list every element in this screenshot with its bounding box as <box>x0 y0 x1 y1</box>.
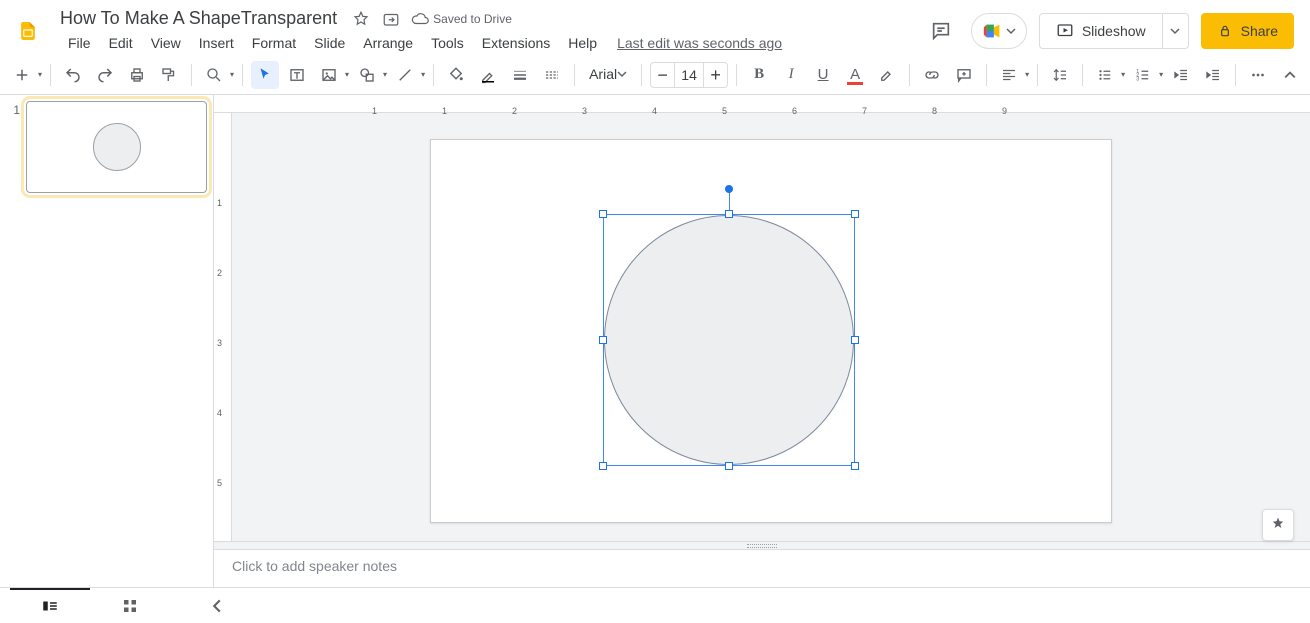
align-dropdown[interactable]: ▾ <box>1025 70 1029 79</box>
undo-button[interactable] <box>59 61 87 89</box>
zoom-button[interactable] <box>200 61 228 89</box>
handle-bottom-left[interactable] <box>599 462 607 470</box>
handle-bottom-right[interactable] <box>851 462 859 470</box>
bold-button[interactable]: B <box>745 61 773 89</box>
image-dropdown[interactable]: ▾ <box>345 70 349 79</box>
outdent-button[interactable] <box>1167 61 1195 89</box>
new-slide-dropdown[interactable]: ▾ <box>38 70 42 79</box>
handle-bottom-middle[interactable] <box>725 462 733 470</box>
menu-arrange[interactable]: Arrange <box>355 31 421 55</box>
border-dash-button[interactable] <box>538 61 566 89</box>
speaker-notes[interactable]: Click to add speaker notes <box>214 549 1310 587</box>
slideshow-label: Slideshow <box>1082 23 1146 39</box>
align-button[interactable] <box>995 61 1023 89</box>
slideshow-dropdown[interactable] <box>1163 13 1189 49</box>
redo-button[interactable] <box>91 61 119 89</box>
fill-color-button[interactable] <box>442 61 470 89</box>
hide-menus-button[interactable] <box>1280 61 1308 89</box>
rotate-handle[interactable] <box>725 185 733 193</box>
highlight-button[interactable] <box>873 61 901 89</box>
select-tool[interactable] <box>251 61 279 89</box>
menu-help[interactable]: Help <box>560 31 605 55</box>
menu-insert[interactable]: Insert <box>191 31 242 55</box>
document-title[interactable]: How To Make A ShapeTransparent <box>56 6 341 31</box>
thumbnail-shape <box>93 123 141 171</box>
last-edit-link[interactable]: Last edit was seconds ago <box>617 35 782 51</box>
footer <box>0 587 1310 623</box>
selection-box[interactable] <box>603 214 855 466</box>
grid-view-tab[interactable] <box>90 588 170 623</box>
comment-add-button[interactable] <box>950 61 978 89</box>
handle-top-left[interactable] <box>599 210 607 218</box>
star-icon[interactable] <box>351 9 371 29</box>
more-button[interactable] <box>1244 61 1272 89</box>
font-family-select[interactable]: Arial <box>583 61 633 89</box>
menu-file[interactable]: File <box>60 31 99 55</box>
zoom-dropdown[interactable]: ▾ <box>230 70 234 79</box>
explore-button[interactable] <box>1262 509 1294 541</box>
slide-thumbnail[interactable] <box>26 101 207 193</box>
font-size-input[interactable] <box>674 62 704 88</box>
shape-dropdown[interactable]: ▾ <box>383 70 387 79</box>
number-list-dropdown[interactable]: ▾ <box>1159 70 1163 79</box>
menu-format[interactable]: Format <box>244 31 304 55</box>
circle-shape[interactable] <box>604 215 854 465</box>
font-family-value: Arial <box>589 66 617 82</box>
slideshow-button[interactable]: Slideshow <box>1039 13 1163 49</box>
number-list-button[interactable]: 123 <box>1129 61 1157 89</box>
textbox-tool[interactable] <box>283 61 311 89</box>
font-size-decrease[interactable]: − <box>650 62 674 88</box>
shape-tool[interactable] <box>353 61 381 89</box>
border-color-button[interactable] <box>474 61 502 89</box>
svg-text:3: 3 <box>1136 76 1139 82</box>
border-weight-button[interactable] <box>506 61 534 89</box>
menu-extensions[interactable]: Extensions <box>474 31 558 55</box>
new-slide-button[interactable] <box>8 61 36 89</box>
text-color-button[interactable]: A <box>841 61 869 89</box>
menu-slide[interactable]: Slide <box>306 31 353 55</box>
print-button[interactable] <box>123 61 151 89</box>
paint-format-button[interactable] <box>155 61 183 89</box>
header: How To Make A ShapeTransparent Saved to … <box>0 0 1310 55</box>
ruler-vertical[interactable]: 12345 <box>214 113 232 541</box>
filmstrip: 1 <box>0 95 214 587</box>
slide-canvas[interactable] <box>430 139 1112 523</box>
slides-logo[interactable] <box>8 11 48 51</box>
indent-button[interactable] <box>1199 61 1227 89</box>
menu-tools[interactable]: Tools <box>423 31 472 55</box>
bullet-list-dropdown[interactable]: ▾ <box>1121 70 1125 79</box>
notes-splitter[interactable] <box>214 541 1310 549</box>
handle-middle-left[interactable] <box>599 336 607 344</box>
bullet-list-button[interactable] <box>1091 61 1119 89</box>
drive-status-text: Saved to Drive <box>433 12 512 26</box>
meet-button[interactable] <box>971 13 1027 49</box>
move-icon[interactable] <box>381 9 401 29</box>
share-label: Share <box>1241 23 1278 39</box>
share-button[interactable]: Share <box>1201 13 1294 49</box>
handle-middle-right[interactable] <box>851 336 859 344</box>
font-size-increase[interactable]: + <box>704 62 728 88</box>
ruler-horizontal[interactable]: 1123456789 <box>214 95 1310 113</box>
rotate-line <box>729 190 730 210</box>
filmstrip-view-tab[interactable] <box>10 588 90 623</box>
link-button[interactable] <box>918 61 946 89</box>
handle-top-middle[interactable] <box>725 210 733 218</box>
comments-icon[interactable] <box>923 13 959 49</box>
collapse-filmstrip-button[interactable] <box>210 599 224 613</box>
line-dropdown[interactable]: ▾ <box>421 70 425 79</box>
menu-bar: File Edit View Insert Format Slide Arran… <box>56 31 782 55</box>
drive-status[interactable]: Saved to Drive <box>411 10 512 28</box>
menu-view[interactable]: View <box>143 31 189 55</box>
italic-button[interactable]: I <box>777 61 805 89</box>
handle-top-right[interactable] <box>851 210 859 218</box>
canvas-area[interactable] <box>232 113 1310 541</box>
line-spacing-button[interactable] <box>1046 61 1074 89</box>
image-tool[interactable] <box>315 61 343 89</box>
slide-number: 1 <box>6 101 20 193</box>
line-tool[interactable] <box>391 61 419 89</box>
menu-edit[interactable]: Edit <box>101 31 141 55</box>
toolbar: ▾ ▾ ▾ ▾ ▾ Arial − + B I U A ▾ ▾ 123 ▾ <box>0 55 1310 95</box>
underline-button[interactable]: U <box>809 61 837 89</box>
